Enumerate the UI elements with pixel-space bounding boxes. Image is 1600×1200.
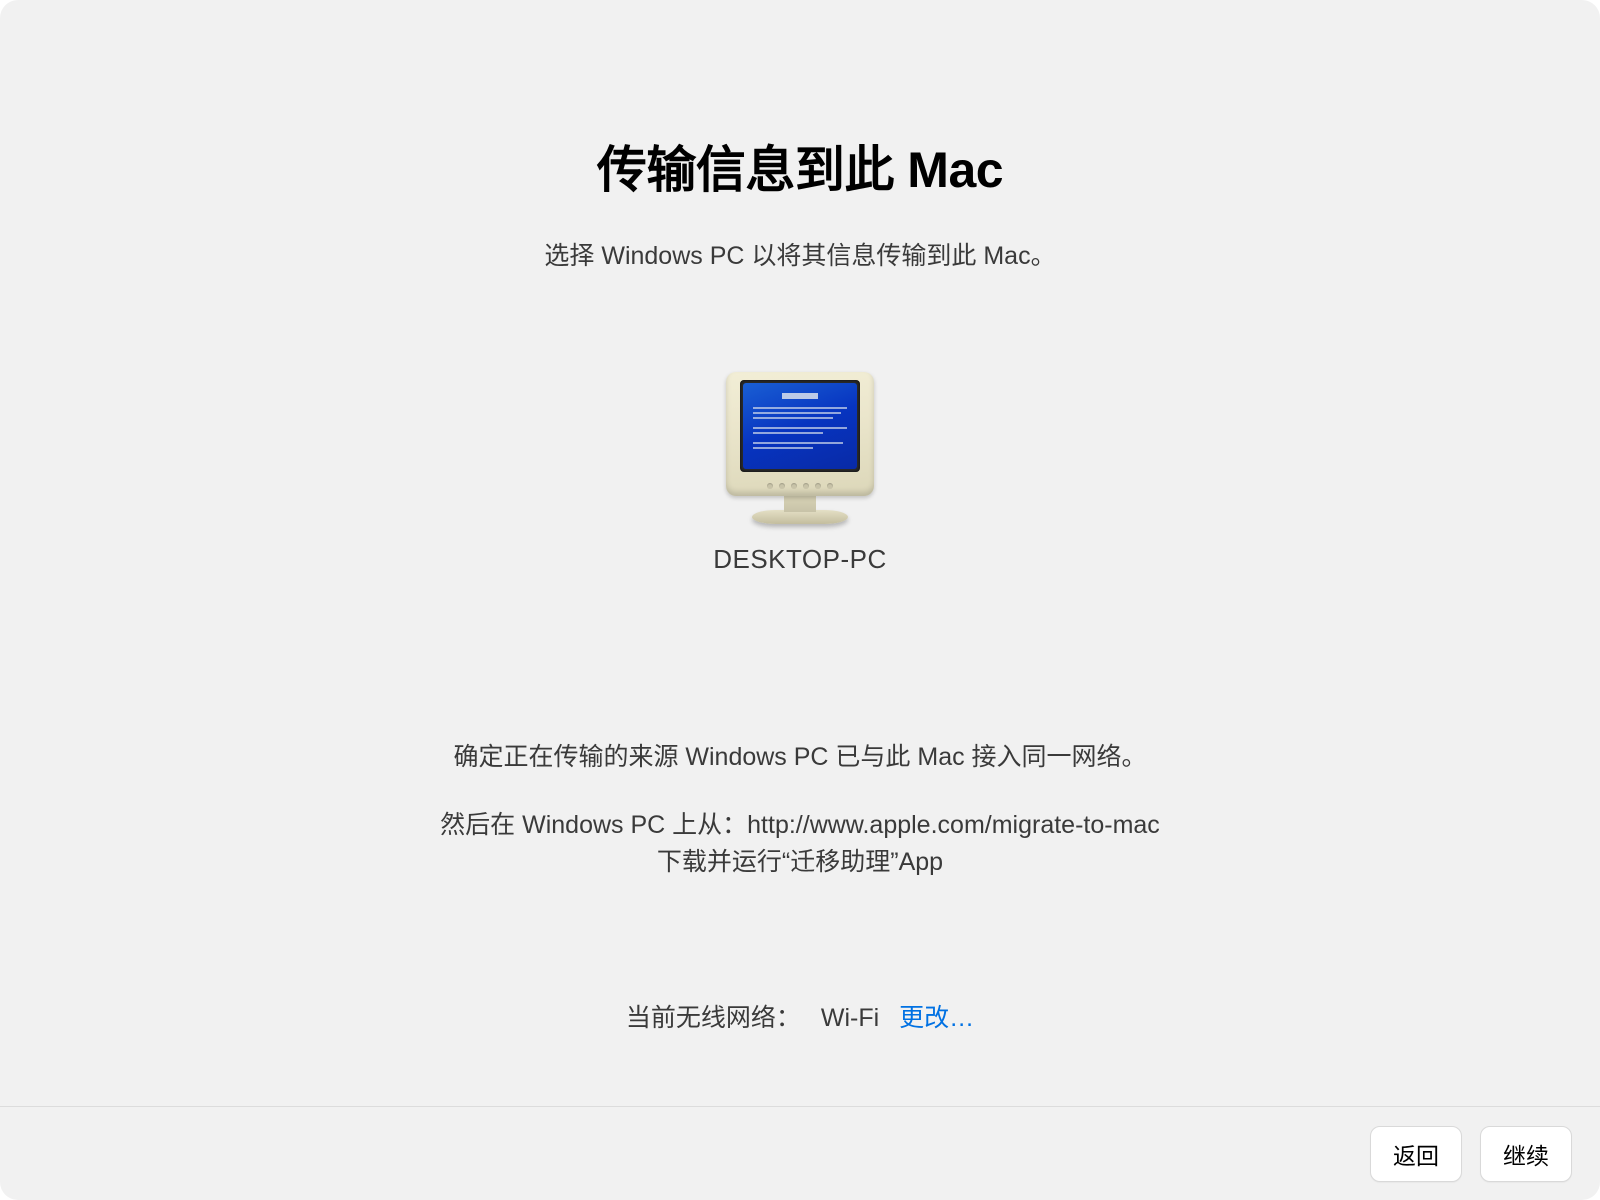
instructions: 确定正在传输的来源 Windows PC 已与此 Mac 接入同一网络。 然后在…: [440, 739, 1160, 882]
device-label: DESKTOP-PC: [713, 544, 887, 575]
instruction-line-2: 然后在 Windows PC 上从：http://www.apple.com/m…: [440, 807, 1160, 845]
content-area: 传输信息到此 Mac 选择 Windows PC 以将其信息传输到此 Mac。: [0, 0, 1600, 1106]
network-info: 当前无线网络： Wi-Fi 更改…: [626, 998, 974, 1034]
source-device[interactable]: DESKTOP-PC: [713, 372, 887, 575]
footer-bar: 返回 继续: [0, 1106, 1600, 1200]
network-label: 当前无线网络：: [626, 998, 801, 1034]
instruction-line-1: 确定正在传输的来源 Windows PC 已与此 Mac 接入同一网络。: [440, 739, 1160, 777]
windows-pc-icon: [720, 372, 880, 532]
instruction-line-3: 下载并运行“迁移助理”App: [440, 844, 1160, 882]
network-value: Wi-Fi: [821, 1004, 879, 1033]
page-subtitle: 选择 Windows PC 以将其信息传输到此 Mac。: [544, 236, 1055, 272]
change-network-link[interactable]: 更改…: [899, 998, 974, 1034]
back-button[interactable]: 返回: [1370, 1126, 1462, 1182]
page-title: 传输信息到此 Mac: [597, 130, 1003, 202]
continue-button[interactable]: 继续: [1480, 1126, 1572, 1182]
migration-assistant-window: 传输信息到此 Mac 选择 Windows PC 以将其信息传输到此 Mac。: [0, 0, 1600, 1200]
